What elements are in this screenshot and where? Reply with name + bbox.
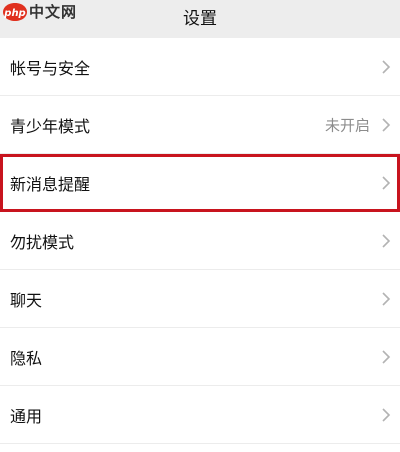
setting-account-security[interactable]: 帐号与安全 <box>0 38 400 96</box>
setting-new-message-notifications[interactable]: 新消息提醒 <box>0 154 400 212</box>
chevron-right-icon <box>382 117 391 132</box>
setting-do-not-disturb[interactable]: 勿扰模式 <box>0 212 400 270</box>
chevron-right-icon <box>382 407 391 422</box>
setting-label: 通用 <box>10 406 43 426</box>
setting-label: 帐号与安全 <box>10 58 91 78</box>
setting-label: 新消息提醒 <box>10 174 91 194</box>
settings-screen: php 中文网 设置 帐号与安全 青少年模式 未开启 新消息提醒 勿扰模式 聊天… <box>0 0 400 452</box>
chevron-right-icon <box>382 291 391 306</box>
setting-general[interactable]: 通用 <box>0 386 400 444</box>
setting-label: 隐私 <box>10 348 43 368</box>
setting-label: 勿扰模式 <box>10 232 75 252</box>
setting-value: 未开启 <box>324 116 370 134</box>
chevron-right-icon <box>382 349 391 364</box>
chevron-right-icon <box>382 233 391 248</box>
setting-label: 聊天 <box>10 290 43 310</box>
page-title: 设置 <box>183 9 217 29</box>
chevron-right-icon <box>382 59 391 74</box>
settings-list: 帐号与安全 青少年模式 未开启 新消息提醒 勿扰模式 聊天 隐私 通用 <box>0 38 400 444</box>
setting-chat[interactable]: 聊天 <box>0 270 400 328</box>
setting-teen-mode[interactable]: 青少年模式 未开启 <box>0 96 400 154</box>
chevron-right-icon <box>382 175 391 190</box>
setting-label: 青少年模式 <box>10 116 91 136</box>
setting-privacy[interactable]: 隐私 <box>0 328 400 386</box>
header-bar: php 中文网 设置 <box>0 0 400 38</box>
